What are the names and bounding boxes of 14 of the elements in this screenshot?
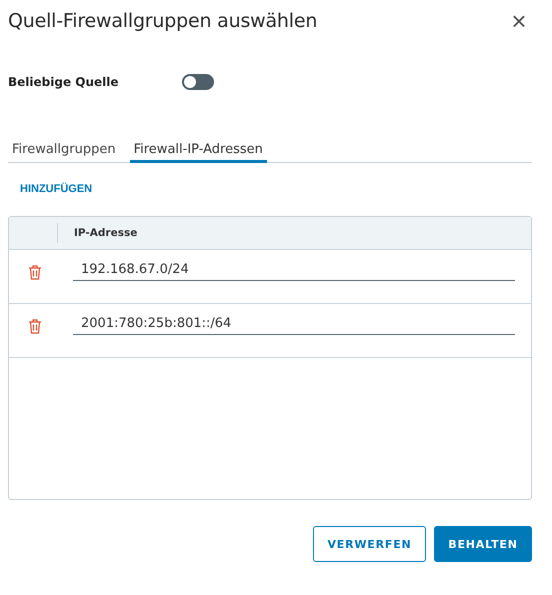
add-link[interactable]: HINZUFÜGEN [20,183,92,195]
toggle-label: Beliebige Quelle [8,75,120,89]
tab[interactable]: Firewallgruppen [8,138,120,163]
discard-button[interactable]: VERWERFEN [313,526,426,562]
trash-icon[interactable] [27,264,43,280]
toggle-switch[interactable] [182,74,214,90]
keep-button[interactable]: BEHALTEN [434,526,532,562]
close-button[interactable]: × [510,11,528,31]
dialog-title: Quell-Firewallgruppen auswählen [8,10,318,32]
ip-address-field[interactable]: 2001:780:25b:801::/64 [73,314,515,335]
trash-icon[interactable] [27,318,43,334]
tab[interactable]: Firewall-IP-Adressen [130,138,267,163]
column-header: IP-Adresse [73,227,138,239]
ip-address-field[interactable]: 192.168.67.0/24 [73,260,515,281]
